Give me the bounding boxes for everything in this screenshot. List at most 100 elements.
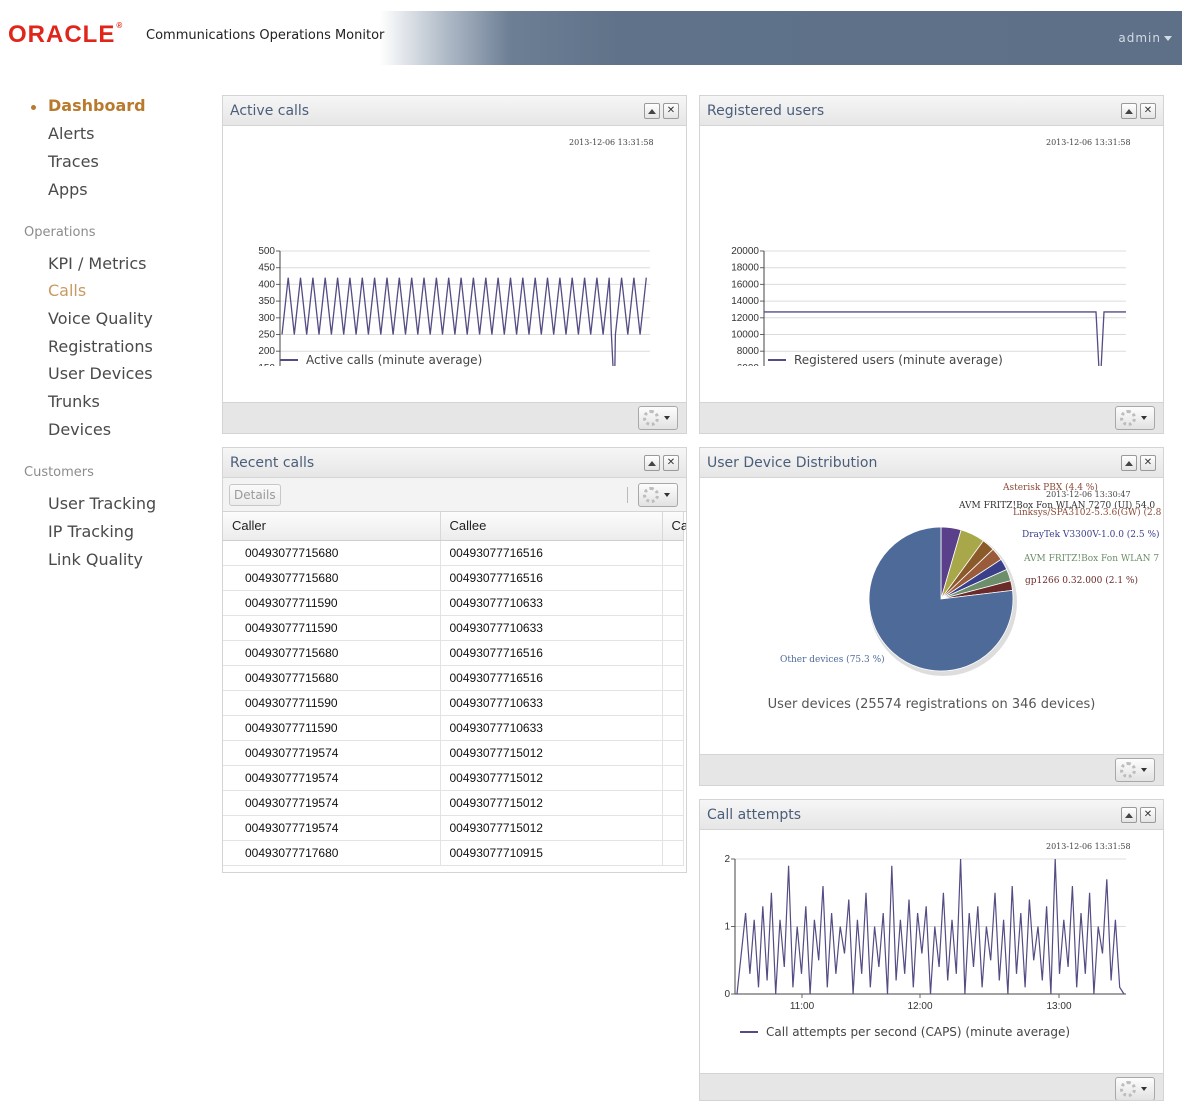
collapse-button[interactable] (1121, 807, 1137, 823)
callee-cell: 00493077715012 (440, 765, 663, 791)
column-header-caller[interactable]: Caller (223, 512, 441, 541)
recent-calls-body: 00493077715680 00493077716516 004930777156… (223, 540, 684, 866)
close-button[interactable]: ✕ (1140, 103, 1156, 119)
pie-slice-label: gp1266 0.32.000 (2.1 %) (1025, 575, 1138, 586)
panel-title: Call attempts (707, 807, 802, 823)
extra-cell (662, 590, 684, 616)
extra-cell (662, 790, 684, 816)
panel-footer (223, 402, 686, 433)
panel-footer (700, 402, 1163, 433)
extra-cell (662, 765, 684, 791)
oracle-logo: ORACLE® (8, 21, 124, 48)
table-row[interactable]: 00493077715680 00493077716516 (223, 665, 684, 691)
recent-calls-table: Caller Callee Ca 00493077715680 004930777… (223, 512, 686, 866)
call-attempts-panel: Call attempts ✕ 2013-12-06 13:31:58 0121… (699, 799, 1164, 1101)
pie-slice-label: DrayTek V3300V-1.0.0 (2.5 %) (1022, 529, 1160, 540)
nav-item-dashboard[interactable]: Dashboard (48, 96, 146, 115)
callee-cell: 00493077710915 (440, 840, 663, 866)
details-button[interactable]: Details (229, 484, 281, 506)
settings-button[interactable] (1115, 1077, 1155, 1100)
callee-cell: 00493077715012 (440, 740, 663, 766)
gear-icon (1120, 1081, 1136, 1097)
close-button[interactable]: ✕ (663, 103, 679, 119)
x-tick-label: 13:00 (1046, 1001, 1071, 1012)
table-row[interactable]: 00493077711590 00493077710633 (223, 690, 684, 716)
nav-item-registrations[interactable]: Registrations (48, 337, 153, 356)
user-device-distribution-panel: User Device Distribution ✕ 2013-12-06 13… (699, 447, 1164, 786)
settings-button[interactable] (1115, 406, 1155, 430)
pie-slice-label: Other devices (75.3 %) (780, 654, 885, 665)
nav-item-link-quality[interactable]: Link Quality (48, 550, 143, 569)
chevron-down-icon (1141, 1087, 1147, 1091)
panel-header: Registered users ✕ (700, 96, 1163, 126)
chevron-down-icon (1164, 36, 1172, 41)
caller-cell: 00493077715680 (223, 540, 441, 566)
callee-cell: 00493077716516 (440, 565, 663, 591)
chart-legend: Registered users (minute average) (768, 353, 1003, 367)
table-row[interactable]: 00493077715680 00493077716516 (223, 540, 684, 566)
recent-calls-panel: Recent calls ✕ Details Caller Callee Ca … (222, 447, 687, 873)
nav-item-calls[interactable]: Calls (48, 281, 86, 300)
callee-cell: 00493077715012 (440, 790, 663, 816)
table-row[interactable]: 00493077719574 00493077715012 (223, 765, 684, 791)
table-row[interactable]: 00493077717680 00493077710915 (223, 840, 684, 866)
panel-title: Active calls (230, 103, 310, 119)
extra-cell (662, 840, 684, 866)
pie-slice-label: Asterisk PBX (4.4 %) (1002, 482, 1098, 493)
pie-caption: User devices (25574 registrations on 346… (767, 697, 1096, 712)
column-header-callee[interactable]: Callee (440, 512, 663, 541)
nav-item-devices[interactable]: Devices (48, 420, 111, 439)
table-row[interactable]: 00493077719574 00493077715012 (223, 790, 684, 816)
caller-cell: 00493077719574 (223, 790, 441, 816)
table-row[interactable]: 00493077711590 00493077710633 (223, 590, 684, 616)
table-row[interactable]: 00493077719574 00493077715012 (223, 740, 684, 766)
y-tick-label: 350 (258, 296, 275, 307)
panel-footer (700, 1073, 1163, 1100)
legend-swatch (740, 1031, 758, 1033)
nav-item-apps[interactable]: Apps (48, 180, 88, 199)
column-header-truncated[interactable]: Ca (662, 512, 686, 541)
close-button[interactable]: ✕ (1140, 455, 1156, 471)
table-row[interactable]: 00493077711590 00493077710633 (223, 615, 684, 641)
close-button[interactable]: ✕ (1140, 807, 1156, 823)
active-calls-panel: Active calls ✕ 2013-12-06 13:31:58 05010… (222, 95, 687, 434)
settings-button[interactable] (638, 483, 678, 507)
user-menu[interactable]: admin (1118, 31, 1172, 45)
table-row[interactable]: 00493077715680 00493077716516 (223, 565, 684, 591)
nav-item-user-tracking[interactable]: User Tracking (48, 494, 156, 513)
nav-item-trunks[interactable]: Trunks (48, 392, 100, 411)
y-tick-label: 18000 (731, 263, 759, 274)
callee-cell: 00493077716516 (440, 640, 663, 666)
chevron-down-icon (1141, 768, 1147, 772)
pie-slice-label: Linksys/SPA3102-5.3.6(GW) (2.8 (1013, 507, 1162, 518)
collapse-icon (1125, 812, 1133, 818)
nav-section-customers: Customers (24, 465, 94, 480)
extra-cell (662, 615, 684, 641)
caller-cell: 00493077711590 (223, 615, 441, 641)
settings-button[interactable] (638, 406, 678, 430)
nav-item-kpi-metrics[interactable]: KPI / Metrics (48, 254, 147, 273)
nav-item-ip-tracking[interactable]: IP Tracking (48, 522, 134, 541)
toolbar-divider (627, 487, 628, 503)
pie-slice-label: AVM FRITZ!Box Fon WLAN 7 (1023, 554, 1159, 564)
nav-item-alerts[interactable]: Alerts (48, 124, 94, 143)
nav-item-traces[interactable]: Traces (48, 152, 99, 171)
table-row[interactable]: 00493077719574 00493077715012 (223, 815, 684, 841)
extra-cell (662, 665, 684, 691)
callee-cell: 00493077710633 (440, 690, 663, 716)
nav-item-user-devices[interactable]: User Devices (48, 364, 153, 383)
panel-footer (700, 754, 1163, 785)
close-button[interactable]: ✕ (663, 455, 679, 471)
caller-cell: 00493077719574 (223, 740, 441, 766)
table-row[interactable]: 00493077715680 00493077716516 (223, 640, 684, 666)
y-tick-label: 150 (258, 363, 275, 366)
settings-button[interactable] (1115, 758, 1155, 782)
collapse-button[interactable] (644, 455, 660, 471)
table-row[interactable]: 00493077711590 00493077710633 (223, 715, 684, 741)
collapse-button[interactable] (1121, 455, 1137, 471)
collapse-button[interactable] (644, 103, 660, 119)
chevron-down-icon (1141, 416, 1147, 420)
collapse-button[interactable] (1121, 103, 1137, 119)
nav-item-voice-quality[interactable]: Voice Quality (48, 309, 153, 328)
gear-icon (1120, 410, 1136, 426)
